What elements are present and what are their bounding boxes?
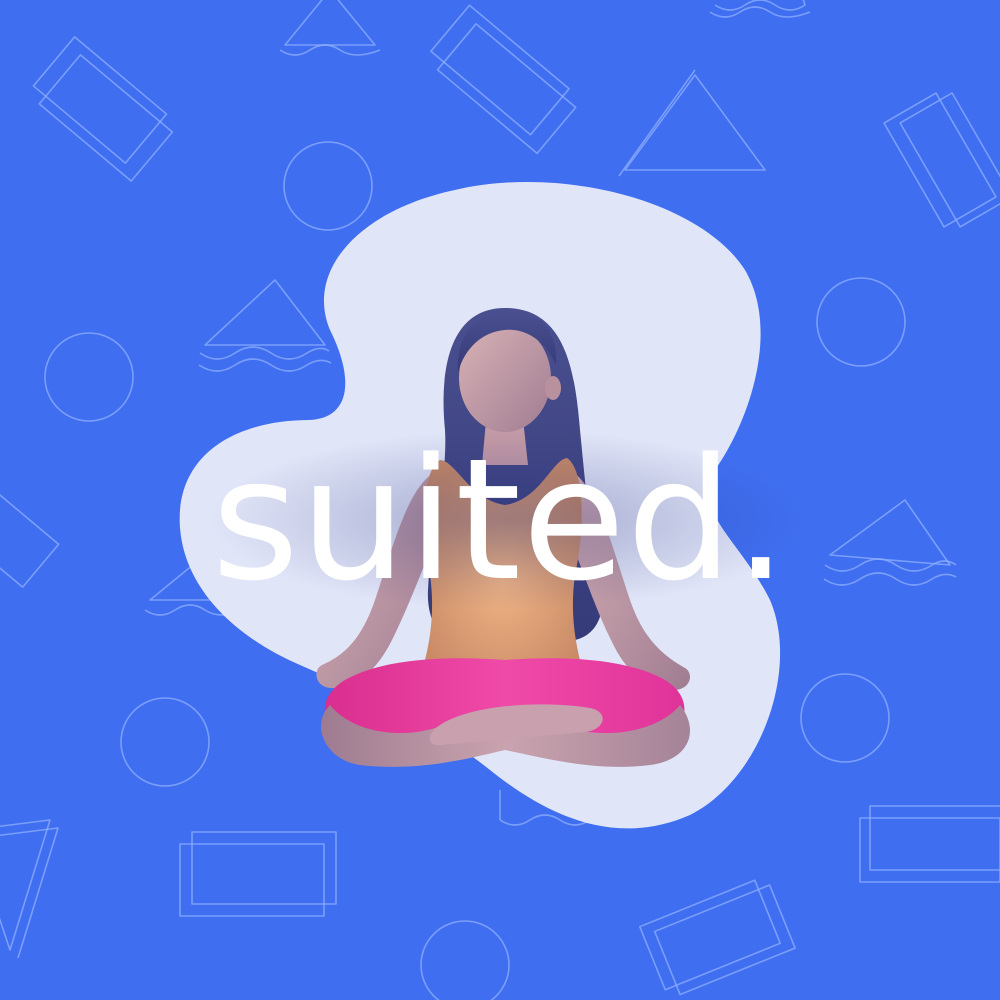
ear (545, 376, 561, 400)
rectangle-outline-icon (430, 4, 577, 155)
rectangle-outline-icon (0, 492, 60, 588)
triangle-outline-icon (709, 0, 811, 18)
rectangle-outline-icon (32, 36, 174, 182)
rectangle-outline-icon (179, 831, 337, 917)
hero-graphic: suited. (0, 0, 1000, 1000)
rectangle-outline-icon (638, 879, 796, 996)
triangle-outline-icon (618, 69, 766, 177)
rectangle-outline-icon (859, 805, 1000, 883)
triangle-outline-icon (198, 279, 332, 372)
illustration-canvas (0, 0, 1000, 1000)
circle-outline-icon (800, 673, 890, 763)
circle-outline-icon (44, 332, 134, 422)
rectangle-outline-icon (883, 92, 1000, 228)
circle-outline-icon (283, 141, 373, 231)
circle-outline-icon (120, 697, 210, 787)
triangle-outline-icon (823, 499, 957, 586)
triangle-outline-icon (0, 819, 59, 959)
circle-outline-icon (816, 277, 906, 367)
triangle-outline-icon (279, 0, 381, 56)
circle-outline-icon (420, 920, 510, 1000)
text-glow (210, 430, 810, 610)
